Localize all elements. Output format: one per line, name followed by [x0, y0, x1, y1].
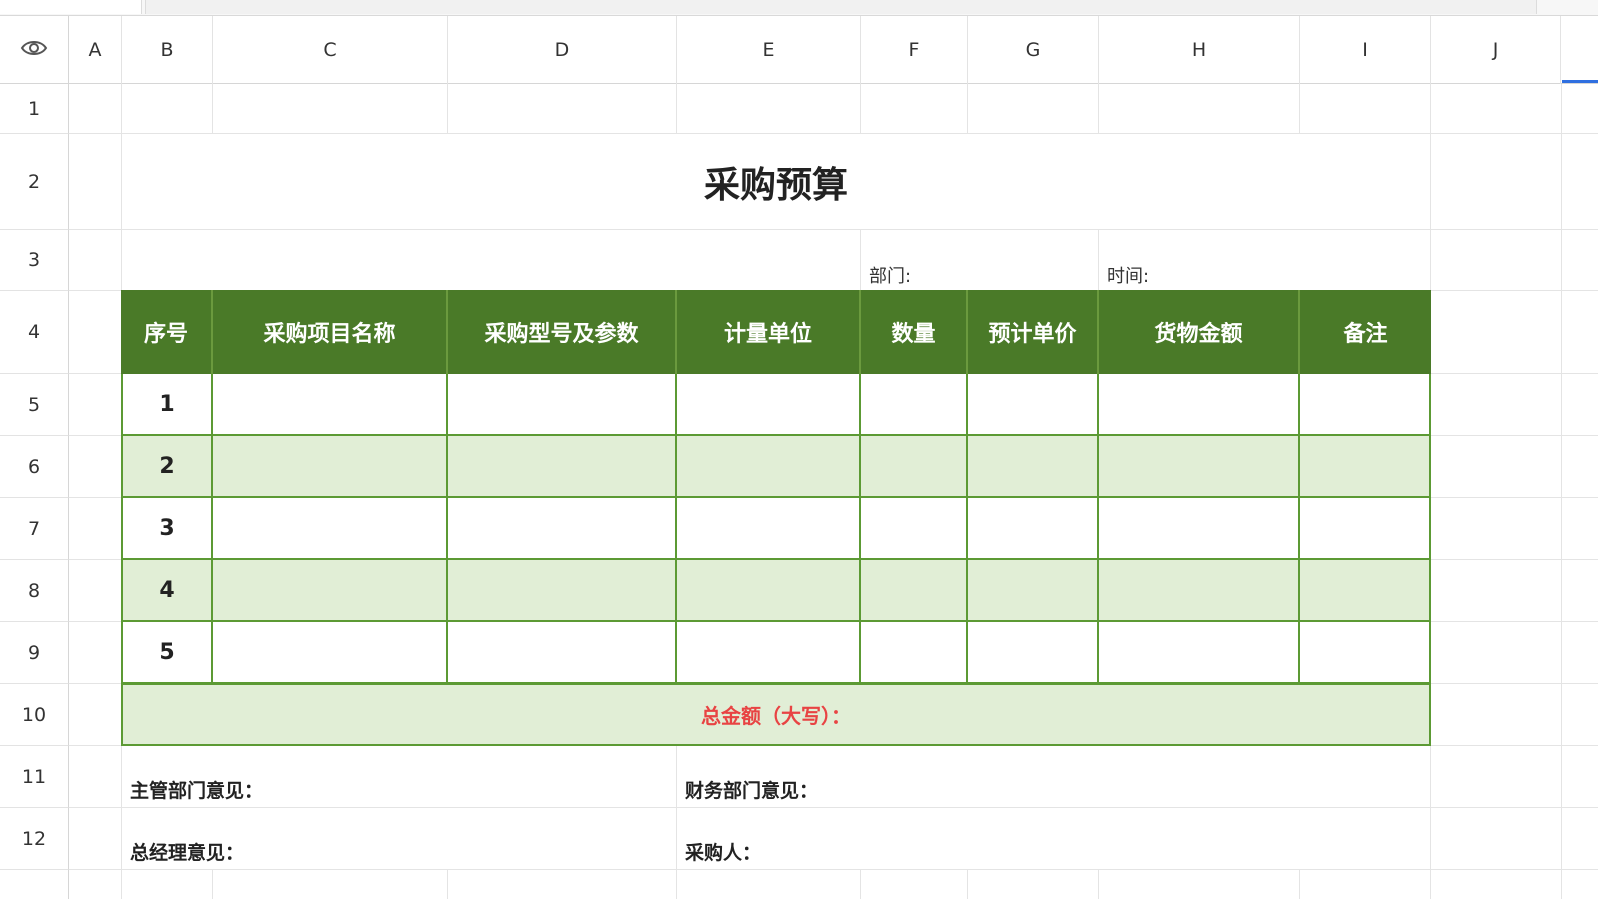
table-cell[interactable]	[677, 622, 861, 684]
header-cell-amount[interactable]: 货物金额	[1099, 290, 1300, 374]
header-cell-quantity[interactable]: 数量	[861, 290, 968, 374]
blank-merged-cell[interactable]	[122, 230, 860, 290]
table-cell[interactable]	[1099, 622, 1300, 684]
grid-line	[1561, 84, 1562, 899]
row-header-3[interactable]: 3	[0, 230, 69, 291]
table-cell[interactable]	[1300, 374, 1431, 436]
column-header-f[interactable]: F	[861, 16, 968, 84]
row-header-12[interactable]: 12	[0, 808, 69, 870]
table-cell[interactable]	[677, 498, 861, 560]
table-cell[interactable]	[1300, 560, 1431, 622]
column-resize-indicator	[1562, 80, 1598, 83]
purchaser-label[interactable]: 采购人：	[677, 808, 1430, 869]
finance-opinion-label[interactable]: 财务部门意见：	[677, 746, 1430, 807]
table-cell[interactable]	[448, 622, 677, 684]
table-cell[interactable]	[677, 374, 861, 436]
table-cell[interactable]	[213, 374, 448, 436]
column-header-i[interactable]: I	[1300, 16, 1431, 84]
row-header-1[interactable]: 1	[0, 84, 69, 134]
total-amount-row[interactable]: 总金额（大写）：	[121, 683, 1431, 746]
column-header-e[interactable]: E	[677, 16, 861, 84]
header-cell-unit-price[interactable]: 预计单价	[968, 290, 1099, 374]
column-header-c[interactable]: C	[213, 16, 448, 84]
name-box[interactable]	[0, 0, 142, 14]
table-cell[interactable]	[448, 498, 677, 560]
table-cell[interactable]	[1099, 498, 1300, 560]
header-cell-model-params[interactable]: 采购型号及参数	[448, 290, 677, 374]
select-all-corner[interactable]	[0, 16, 69, 84]
row-header-6[interactable]: 6	[0, 436, 69, 498]
table-cell[interactable]	[448, 560, 677, 622]
table-cell[interactable]	[677, 560, 861, 622]
table-cell[interactable]	[448, 436, 677, 498]
table-cell[interactable]	[968, 560, 1099, 622]
gm-opinion-label[interactable]: 总经理意见：	[122, 808, 676, 869]
table-cell-no[interactable]: 1	[121, 374, 213, 436]
table-cell-no[interactable]: 3	[121, 498, 213, 560]
table-cell[interactable]	[861, 498, 968, 560]
header-cell-notes[interactable]: 备注	[1300, 290, 1431, 374]
table-cell[interactable]	[861, 374, 968, 436]
table-cell[interactable]	[861, 560, 968, 622]
eye-icon[interactable]	[20, 38, 48, 62]
table-cell[interactable]	[1300, 622, 1431, 684]
row-header-4[interactable]: 4	[0, 291, 69, 374]
row-header-10[interactable]: 10	[0, 684, 69, 746]
table-cell[interactable]	[213, 622, 448, 684]
column-header-a[interactable]: A	[69, 16, 122, 84]
table-cell[interactable]	[677, 436, 861, 498]
column-header-d[interactable]: D	[448, 16, 677, 84]
row-header-9[interactable]: 9	[0, 622, 69, 684]
column-header-h[interactable]: H	[1099, 16, 1300, 84]
formula-input[interactable]	[145, 0, 1537, 14]
table-cell[interactable]	[861, 436, 968, 498]
table-cell[interactable]	[448, 374, 677, 436]
header-cell-unit[interactable]: 计量单位	[677, 290, 861, 374]
grid-line	[69, 869, 1598, 870]
row-header-11[interactable]: 11	[0, 746, 69, 808]
header-cell-no[interactable]: 序号	[121, 290, 213, 374]
table-cell-no[interactable]: 4	[121, 560, 213, 622]
table-cell[interactable]	[968, 374, 1099, 436]
row-header-8[interactable]: 8	[0, 560, 69, 622]
row-header-5[interactable]: 5	[0, 374, 69, 436]
table-cell[interactable]	[213, 436, 448, 498]
department-label[interactable]: 部门:	[861, 230, 1098, 290]
table-cell-no[interactable]: 5	[121, 622, 213, 684]
row-header-13[interactable]	[0, 870, 69, 899]
table-cell[interactable]	[1300, 498, 1431, 560]
table-cell[interactable]	[213, 560, 448, 622]
row-header-7[interactable]: 7	[0, 498, 69, 560]
table-cell[interactable]	[968, 622, 1099, 684]
table-cell[interactable]	[1300, 436, 1431, 498]
table-cell[interactable]	[1099, 374, 1300, 436]
column-header-g[interactable]: G	[968, 16, 1099, 84]
supervisor-opinion-label[interactable]: 主管部门意见：	[122, 746, 676, 807]
table-cell[interactable]	[968, 436, 1099, 498]
table-cell[interactable]	[1099, 560, 1300, 622]
table-cell[interactable]	[1099, 436, 1300, 498]
table-cell[interactable]	[213, 498, 448, 560]
header-cell-item-name[interactable]: 采购项目名称	[213, 290, 448, 374]
table-cell-no[interactable]: 2	[121, 436, 213, 498]
row-header-2[interactable]: 2	[0, 134, 69, 230]
table-cell[interactable]	[861, 622, 968, 684]
time-label[interactable]: 时间:	[1099, 230, 1430, 290]
table-cell[interactable]	[968, 498, 1099, 560]
sheet-title[interactable]: 采购预算	[122, 134, 1430, 229]
column-header-b[interactable]: B	[122, 16, 213, 84]
column-header-j[interactable]: J	[1431, 16, 1561, 84]
